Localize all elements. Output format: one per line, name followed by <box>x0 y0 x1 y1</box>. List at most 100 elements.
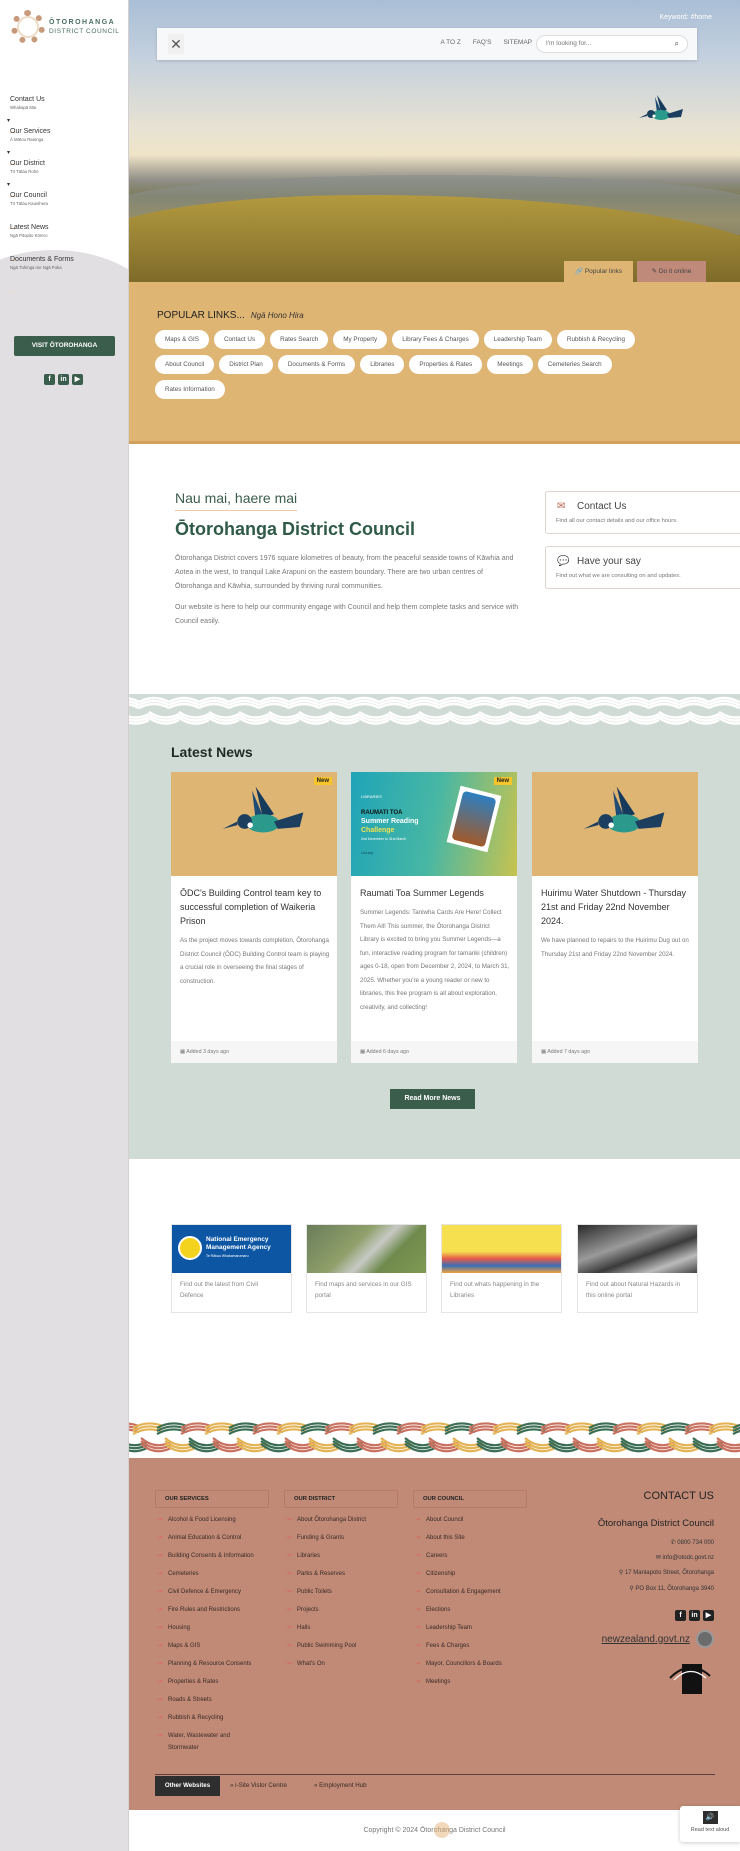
youtube-icon[interactable]: ▶ <box>72 374 83 385</box>
linkedin-icon[interactable]: in <box>58 374 69 385</box>
news-card[interactable]: LIBRARIES RAUMATI TOA Summer Reading Cha… <box>351 772 517 1063</box>
footer-link[interactable]: Fees & Charges <box>413 1640 533 1658</box>
contact-us-card[interactable]: ✉ Contact Us Find all our contact detail… <box>545 491 740 534</box>
footer-link[interactable]: Libraries <box>284 1550 404 1568</box>
news-date: ▦ Added 7 days ago <box>532 1041 698 1063</box>
footer-link[interactable]: Consultation & Engagement <box>413 1586 533 1604</box>
braid-pattern-divider <box>129 694 740 728</box>
popular-link[interactable]: Library Fees & Charges <box>392 330 479 349</box>
popular-link[interactable]: Rubbish & Recycling <box>556 330 636 349</box>
popular-link[interactable]: About Council <box>155 355 215 374</box>
footer-link[interactable]: Properties & Rates <box>155 1676 275 1694</box>
popular-link[interactable]: Meetings <box>487 355 533 374</box>
popular-link[interactable]: Maps & GIS <box>155 330 209 349</box>
link-faqs[interactable]: FAQ'S <box>473 39 492 46</box>
footer-link[interactable]: Funding & Grants <box>284 1532 404 1550</box>
news-card[interactable]: New ŌDC's Building Control team key to s… <box>171 772 337 1063</box>
tab-do-it-online[interactable]: ✎ Do it online <box>637 261 706 282</box>
footer-link[interactable]: Fire Rules and Restrictions <box>155 1604 275 1622</box>
nz-govt-link[interactable]: newzealand.govt.nz <box>602 1630 714 1648</box>
employment-hub-link[interactable]: » Employment Hub <box>314 1782 367 1789</box>
footer-link[interactable]: Halls <box>284 1622 404 1640</box>
nz-govt-emblem-icon <box>696 1630 714 1648</box>
site-logo[interactable]: ŌTOROHANGA DISTRICT COUNCIL <box>11 10 120 44</box>
isite-visitor-centre-link[interactable]: » i-Site Vistor Centre <box>230 1782 287 1789</box>
footer-link[interactable]: Roads & Streets <box>155 1694 275 1712</box>
youtube-icon[interactable]: ▶ <box>703 1610 714 1621</box>
chevron-down-icon[interactable]: ▾ <box>7 117 10 124</box>
footer-link[interactable]: Water, Wastewater and Stormwater <box>155 1730 237 1752</box>
footer-link[interactable]: Maps & GIS <box>155 1640 275 1658</box>
footer-link[interactable]: Alcohol & Food Licensing <box>155 1514 275 1532</box>
quick-link-card-natural-hazards[interactable]: Find out about Natural Hazards in this o… <box>577 1224 698 1313</box>
nav-item-documents-forms[interactable]: Documents & Forms Ngā Tuhinga me Ngā Puka <box>10 234 119 293</box>
facebook-icon[interactable]: f <box>675 1610 686 1621</box>
footer-link[interactable]: Careers <box>413 1550 533 1568</box>
footer-link[interactable]: About Ōtorohanga District <box>284 1514 404 1532</box>
contact-phone[interactable]: ✆ 0800 734 000 <box>671 1539 714 1546</box>
link-sitemap[interactable]: SITEMAP <box>503 39 532 46</box>
footer-link[interactable]: Elections <box>413 1604 533 1622</box>
footer-link[interactable]: Housing <box>155 1622 275 1640</box>
contact-email[interactable]: ✉ info@otodc.govt.nz <box>656 1554 714 1561</box>
footer-link[interactable]: Cemeteries <box>155 1568 275 1586</box>
search-input[interactable] <box>546 40 666 47</box>
footer-link[interactable]: Rubbish & Recycling <box>155 1712 275 1730</box>
popular-link[interactable]: Leadership Team <box>483 330 552 349</box>
popular-link[interactable]: Properties & Rates <box>409 355 483 374</box>
news-card[interactable]: Huirimu Water Shutdown - Thursday 21st a… <box>532 772 698 1063</box>
nav-item-our-services[interactable]: Our Services Ā Mātou Ratonga ▾ <box>7 106 119 165</box>
footer-divider <box>155 1774 715 1775</box>
popular-subtitle: Ngā Hono Hira <box>250 311 304 320</box>
read-more-news-button[interactable]: Read More News <box>390 1089 475 1109</box>
footer-link[interactable]: Public Swimming Pool <box>284 1640 404 1658</box>
footer-link[interactable]: About Council <box>413 1514 533 1532</box>
popular-link[interactable]: Libraries <box>360 355 405 374</box>
footer-link[interactable]: Meetings <box>413 1676 533 1694</box>
have-your-say-card[interactable]: 💬 Have your say Find out what we are con… <box>545 546 740 589</box>
chevron-down-icon[interactable]: ▾ <box>7 149 10 156</box>
nav-sublabel: Tō Tātau Kaunihera <box>10 201 48 206</box>
nav-item-latest-news[interactable]: Latest News Ngā Pitopito Kōrero <box>10 202 119 261</box>
quick-link-card-gis[interactable]: Find maps and services in our GIS portal <box>306 1224 427 1313</box>
footer-link[interactable]: Parks & Reserves <box>284 1568 404 1586</box>
popular-link[interactable]: Cemeteries Search <box>537 355 612 374</box>
chevron-down-icon[interactable]: ▾ <box>7 181 10 188</box>
footer-social: f in ▶ <box>675 1610 714 1621</box>
read-aloud-button[interactable]: 🔊 Read text aloud <box>680 1806 740 1842</box>
nav-item-our-district[interactable]: Our District Tō Tātau Rohe ▾ <box>7 138 119 197</box>
footer-link[interactable]: Public Toilets <box>284 1586 404 1604</box>
tab-popular-links[interactable]: 🔗 Popular links <box>564 261 633 282</box>
popular-link[interactable]: Contact Us <box>213 330 266 349</box>
nav-item-our-council[interactable]: Our Council Tō Tātau Kaunihera ▾ <box>7 170 119 229</box>
footer-link[interactable]: Projects <box>284 1604 404 1622</box>
footer-link[interactable]: Animal Education & Control <box>155 1532 275 1550</box>
popular-link[interactable]: Rates Information <box>155 380 225 399</box>
quick-link-card-civil-defence[interactable]: National Emergency Management Agency Te R… <box>171 1224 292 1313</box>
footer-link[interactable]: Citizenship <box>413 1568 533 1586</box>
news-added: Added 3 days ago <box>186 1049 229 1055</box>
popular-link[interactable]: District Plan <box>219 355 273 374</box>
footer-link[interactable]: Building Consents & Information <box>155 1550 275 1568</box>
facebook-icon[interactable]: f <box>44 374 55 385</box>
footer-link[interactable]: Planning & Resource Consents <box>155 1658 275 1676</box>
popular-link[interactable]: Documents & Forms <box>277 355 356 374</box>
footer-link[interactable]: Civil Defence & Emergency <box>155 1586 275 1604</box>
nav-item-contact-us[interactable]: Contact Us Whakapā Mai <box>10 74 119 133</box>
footer-district-list: About Ōtorohanga District Funding & Gran… <box>284 1514 404 1676</box>
visit-otorohanga-button[interactable]: VISIT ŌTOROHANGA <box>14 336 115 356</box>
search-icon[interactable]: ⌕ <box>675 39 679 49</box>
close-menu-button[interactable]: ✕ <box>168 34 184 54</box>
footer-link[interactable]: About this Site <box>413 1532 533 1550</box>
popular-link[interactable]: Rates Search <box>270 330 329 349</box>
nav-label: Our Council <box>10 192 47 199</box>
footer-link[interactable]: Mayor, Councillors & Boards <box>413 1658 533 1676</box>
quick-link-card-libraries[interactable]: Find out whats happening in the Librarie… <box>441 1224 562 1313</box>
popular-link[interactable]: My Property <box>333 330 388 349</box>
linkedin-icon[interactable]: in <box>689 1610 700 1621</box>
footer-link[interactable]: Leadership Team <box>413 1622 533 1640</box>
civil-defence-icon <box>178 1236 202 1260</box>
cta-title: Have your say <box>577 556 641 567</box>
footer-link[interactable]: What's On <box>284 1658 404 1676</box>
link-a-to-z[interactable]: A TO Z <box>441 39 461 46</box>
